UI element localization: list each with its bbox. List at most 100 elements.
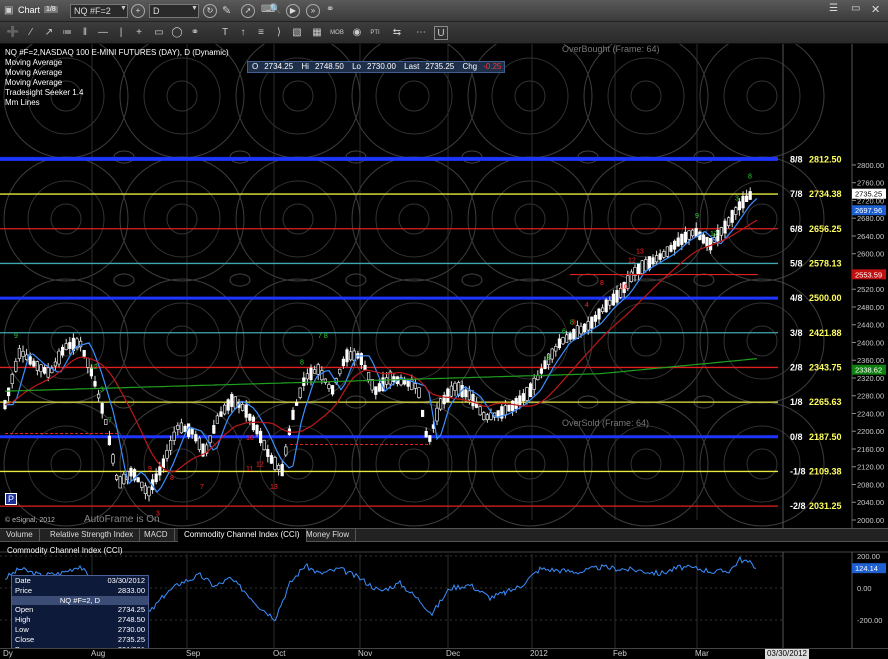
gann-ellipse xyxy=(229,273,251,287)
ohlc-readout: O 2734.25 Hi 2748.50 Lo 2730.00 Last 2735.25… xyxy=(247,61,505,73)
minimize-icon[interactable]: ☰ xyxy=(829,3,838,14)
candle-body xyxy=(561,337,565,345)
time-axis[interactable]: Dy Aug Sep Oct Nov Dec 2012 Feb Mar 03/3… xyxy=(0,648,888,659)
study-tabs: Volume Relative Strength Index MACD Comm… xyxy=(0,528,888,542)
candle-body xyxy=(345,349,349,363)
tab-rsi[interactable]: Relative Strength Index xyxy=(44,529,141,542)
tab-macd[interactable]: MACD xyxy=(138,529,175,542)
cursor-icon[interactable]: ➚ xyxy=(241,4,255,18)
text-tool-icon[interactable]: T xyxy=(218,26,232,40)
gann-circle xyxy=(282,448,314,480)
candle-body xyxy=(17,348,22,359)
symbol-add-icon[interactable]: + xyxy=(131,4,145,18)
candle-body xyxy=(590,316,594,329)
candle-body xyxy=(115,474,119,480)
gann-fan-tool-icon[interactable]: ⟩ xyxy=(272,26,286,40)
rectangle-tool-icon[interactable]: ▭ xyxy=(152,26,166,40)
channel-tool-icon[interactable]: ≔ xyxy=(60,26,74,40)
candle-body xyxy=(424,430,428,438)
symbol-dropdown-icon[interactable]: ▼ xyxy=(120,5,127,12)
circle-tool-icon[interactable]: ◯ xyxy=(170,26,184,40)
price-chart-canvas[interactable]: 8/8 2812.50 7/8 2734.38 6/8 2656.25 5/8 2578.13… xyxy=(0,44,888,528)
chart-legend: NQ #F=2,NASDAQ 100 E-MINI FUTURES (DAY),… xyxy=(5,48,229,108)
speed-line-tool-icon[interactable]: ▧ xyxy=(290,26,304,40)
candle-body xyxy=(32,360,36,367)
tab-volume[interactable]: Volume xyxy=(0,529,40,542)
refresh-icon[interactable]: ↻ xyxy=(203,4,217,18)
play-icon[interactable]: ▶ xyxy=(286,4,300,18)
candle-body xyxy=(330,385,335,395)
oval-tool-icon[interactable]: ◉ xyxy=(350,26,364,40)
arc-tool-icon[interactable]: ⚭ xyxy=(188,26,202,40)
cross-line-tool-icon[interactable]: + xyxy=(132,26,146,40)
murrey-value: 2187.50 xyxy=(809,432,842,442)
grid-tool-icon[interactable]: ▦ xyxy=(310,26,324,40)
vertical-line-tool-icon[interactable]: | xyxy=(114,26,128,40)
candle-body xyxy=(143,485,148,494)
price-tick-label: 2600.00 xyxy=(857,250,884,259)
candle-body xyxy=(647,256,651,270)
price-tick-label: 2080.00 xyxy=(857,480,884,489)
tab-cci[interactable]: Commodity Channel Index (CCI) xyxy=(178,529,307,542)
link-icon[interactable]: ⚭ xyxy=(326,4,334,15)
measure-tool-icon[interactable]: ⇆ xyxy=(390,26,404,40)
candle-body xyxy=(255,424,259,435)
legend-ma-1: Moving Average xyxy=(5,58,63,67)
data-window-row: Open 2734.25 xyxy=(15,605,145,615)
ohlc-open-label: O xyxy=(252,62,259,71)
candle-body xyxy=(676,237,680,247)
candle-body xyxy=(219,411,223,417)
candle-body xyxy=(305,373,310,380)
candle-body xyxy=(291,409,295,420)
murrey-value: 2500.00 xyxy=(809,293,842,303)
data-window-row: High 2748.50 xyxy=(15,615,145,625)
gann-circle xyxy=(514,325,546,357)
price-tick-label: 2160.00 xyxy=(857,445,884,454)
price-chart[interactable]: 8/8 2812.50 7/8 2734.38 6/8 2656.25 5/8 2578.13… xyxy=(0,44,888,528)
candle-body xyxy=(183,425,187,433)
interval-dropdown-icon[interactable]: ▼ xyxy=(191,5,198,12)
cci-pane[interactable]: 200.00 0.00 -200.00 124.14 Commodity Channe… xyxy=(0,542,888,657)
candle-body xyxy=(179,422,184,434)
candle-body xyxy=(539,368,543,374)
ray-tool-icon[interactable]: ↗ xyxy=(42,26,56,40)
seeker-count-red: 12 xyxy=(256,462,264,469)
fibonacci-tool-icon[interactable]: ≡ xyxy=(254,26,268,40)
gann-circle xyxy=(166,325,198,357)
candle-body xyxy=(485,414,490,421)
arrow-up-tool-icon[interactable]: ↑ xyxy=(236,26,250,40)
candle-body xyxy=(705,236,709,248)
draw-pencil-icon[interactable]: ✎ xyxy=(222,4,231,17)
tab-money-flow[interactable]: Money Flow xyxy=(300,529,357,542)
pti-tool-icon[interactable]: PTI xyxy=(368,26,382,40)
candle-body xyxy=(374,386,378,395)
candle-body xyxy=(136,477,140,483)
horizontal-line-tool-icon[interactable]: — xyxy=(96,26,110,40)
gann-circle xyxy=(630,80,662,112)
properties-button[interactable]: P xyxy=(5,493,17,505)
u-tool-icon[interactable]: U xyxy=(434,26,448,40)
candle-body xyxy=(60,346,65,356)
zoom-icon[interactable]: 🔍 xyxy=(269,4,281,15)
candle-body xyxy=(392,376,396,383)
gann-circle xyxy=(398,325,430,357)
seeker-count-green: 3 xyxy=(546,355,550,362)
candle-body xyxy=(471,394,475,407)
settings-icon[interactable]: ⋯ xyxy=(414,26,428,40)
line-tool-icon[interactable]: ⁄ xyxy=(24,26,38,40)
parallel-tool-icon[interactable]: ‖ xyxy=(78,26,92,40)
close-icon[interactable]: ✕ xyxy=(871,3,880,16)
crosshair-tool-icon[interactable]: ➕ xyxy=(6,26,20,40)
candle-body xyxy=(629,271,633,282)
window-title: Chart xyxy=(18,5,41,15)
candle-body xyxy=(284,446,288,456)
candle-body xyxy=(579,325,583,335)
restore-icon[interactable]: ▭ xyxy=(851,3,860,14)
mob-tool-icon[interactable]: MOB xyxy=(330,26,344,40)
forward-icon[interactable]: » xyxy=(306,4,320,18)
seeker-count-green: 9 xyxy=(14,333,18,340)
candle-body xyxy=(518,395,522,406)
candle-body xyxy=(273,457,277,470)
time-axis-start: Dy xyxy=(3,649,13,658)
murrey-label: 6/8 xyxy=(790,224,803,234)
